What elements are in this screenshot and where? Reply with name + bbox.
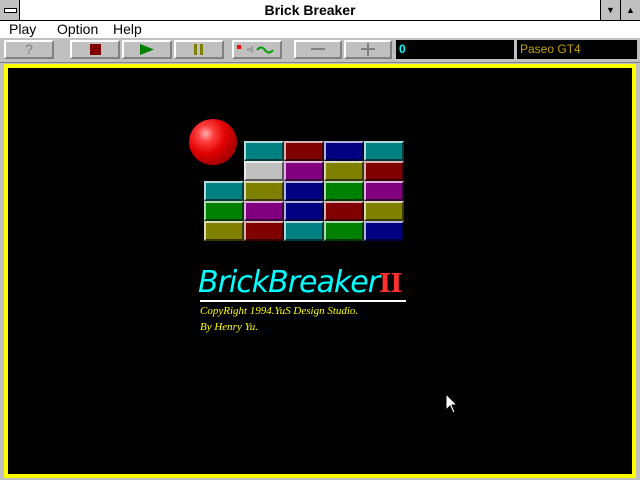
player-name-display: Paseo GT4 xyxy=(517,40,637,59)
help-button[interactable]: ? xyxy=(4,40,54,59)
brick xyxy=(284,221,324,241)
brick xyxy=(364,181,404,201)
game-playfield[interactable]: BrickBreakerII CopyRight 1994.YuS Design… xyxy=(4,64,636,478)
menu-help[interactable]: Help xyxy=(113,21,142,38)
brick xyxy=(284,141,324,161)
brick xyxy=(244,201,284,221)
brick xyxy=(364,161,404,181)
ball-logo-icon xyxy=(189,119,237,165)
system-menu-button[interactable] xyxy=(0,0,20,20)
brick xyxy=(364,221,404,241)
game-logo: BrickBreakerII xyxy=(198,265,402,300)
brick xyxy=(364,141,404,161)
increase-button[interactable] xyxy=(344,40,392,59)
brick xyxy=(244,161,284,181)
brick xyxy=(364,201,404,221)
pause-button[interactable] xyxy=(174,40,224,59)
brick xyxy=(324,221,364,241)
brick xyxy=(244,221,284,241)
minimize-button[interactable]: ▼ xyxy=(600,0,620,20)
minus-icon xyxy=(311,48,325,50)
brick xyxy=(284,181,324,201)
menu-option[interactable]: Option xyxy=(57,21,98,38)
menu-play[interactable]: Play xyxy=(9,21,36,38)
window-title: Brick Breaker xyxy=(264,2,356,18)
brick xyxy=(244,181,284,201)
brick xyxy=(324,141,364,161)
author-text: By Henry Yu. xyxy=(200,321,258,333)
stop-button[interactable] xyxy=(70,40,120,59)
brick xyxy=(284,161,324,181)
stop-icon xyxy=(89,44,101,55)
copyright-text: CopyRight 1994.YuS Design Studio. xyxy=(200,305,359,317)
play-icon xyxy=(140,44,154,55)
plus-icon xyxy=(361,43,375,56)
play-button[interactable] xyxy=(122,40,172,59)
sound-icon xyxy=(237,45,274,54)
brick xyxy=(324,201,364,221)
menu-bar: Play Option Help xyxy=(0,21,640,39)
maximize-button[interactable]: ▲ xyxy=(620,0,640,20)
brick xyxy=(204,201,244,221)
help-icon: ? xyxy=(25,41,33,57)
brick xyxy=(204,221,244,241)
decrease-button[interactable] xyxy=(294,40,342,59)
logo-underline xyxy=(200,300,406,302)
logo-main-text: BrickBreaker xyxy=(198,265,380,300)
brick xyxy=(324,181,364,201)
score-display: 0 xyxy=(396,40,514,59)
title-bar: Brick Breaker ▼ ▲ xyxy=(0,0,640,21)
brick xyxy=(284,201,324,221)
system-menu-icon xyxy=(4,8,17,13)
pause-icon xyxy=(194,44,203,55)
brick xyxy=(244,141,284,161)
brick xyxy=(204,181,244,201)
sound-button[interactable] xyxy=(232,40,282,59)
logo-roman-text: II xyxy=(379,269,402,299)
toolbar: ? 0 Paseo GT4 xyxy=(0,38,640,63)
brick xyxy=(324,161,364,181)
mouse-cursor-icon xyxy=(445,393,459,414)
